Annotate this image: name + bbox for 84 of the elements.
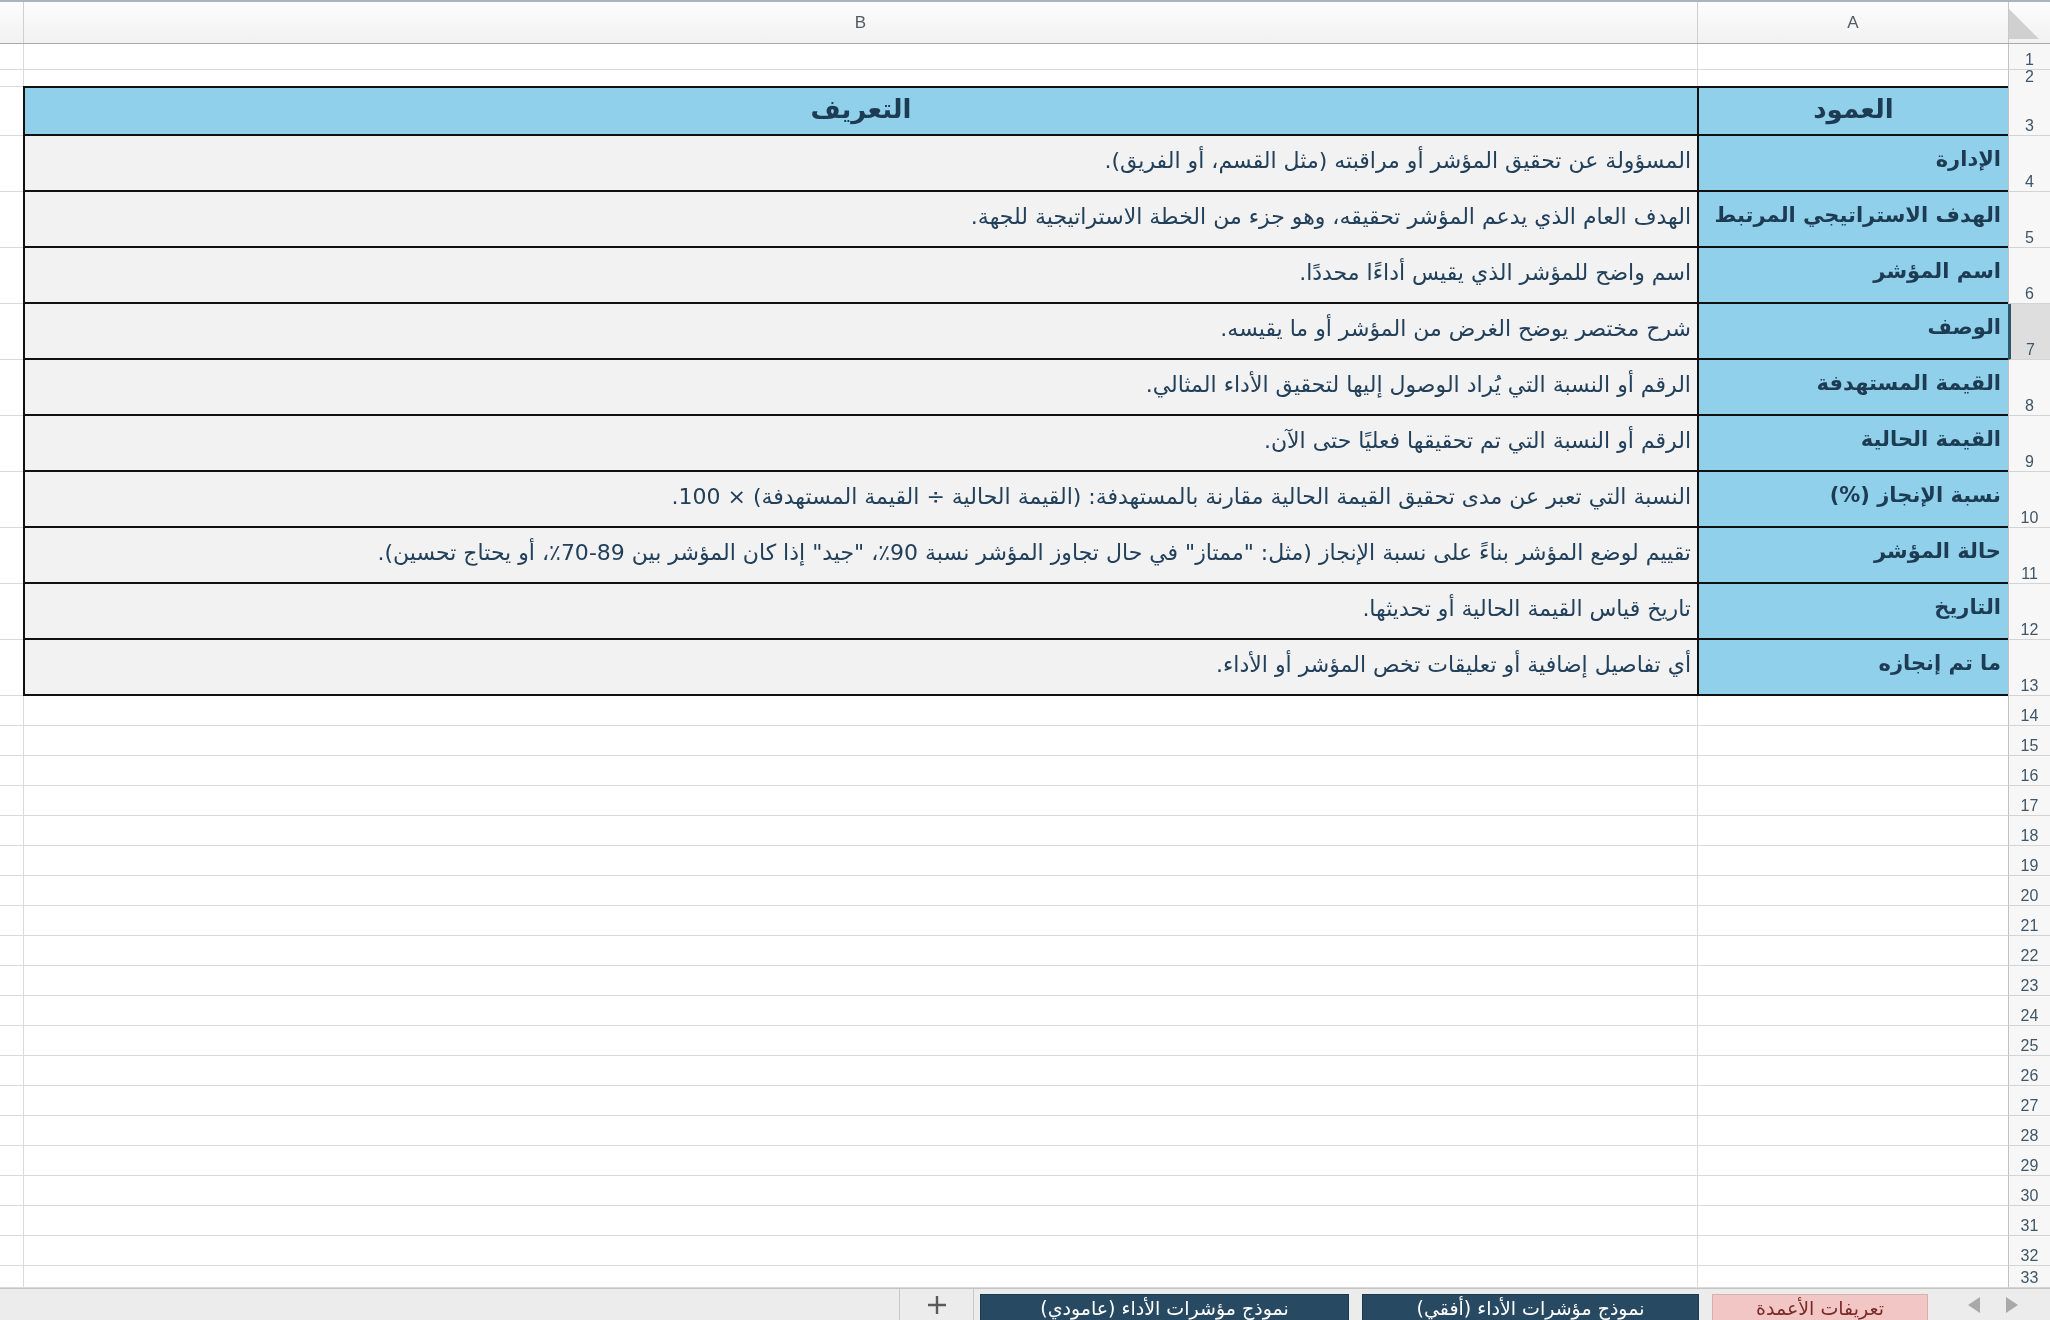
row-number[interactable]: 10	[2008, 472, 2050, 528]
definition-cell: المسؤولة عن تحقيق المؤشر أو مراقبته (مثل القسم، أو الفريق).	[23, 136, 1697, 192]
row-number[interactable]: 30	[2008, 1176, 2050, 1206]
empty-cell[interactable]	[23, 696, 1697, 726]
row-number[interactable]: 24	[2008, 996, 2050, 1026]
row-number[interactable]: 9	[2008, 416, 2050, 472]
empty-cell[interactable]	[23, 44, 1697, 70]
empty-cell[interactable]	[23, 726, 1697, 756]
empty-cell[interactable]	[23, 996, 1697, 1026]
row-number[interactable]: 19	[2008, 846, 2050, 876]
definition-cell: النسبة التي تعبر عن مدى تحقيق القيمة الحالية مقارنة بالمستهدفة: (القيمة الحالية ÷ القيمة المستهدفة) × 100.	[23, 472, 1697, 528]
empty-cell[interactable]	[23, 1026, 1697, 1056]
definition-cell: الرقم أو النسبة التي تم تحقيقها فعليًا حتى الآن.	[23, 416, 1697, 472]
row-number[interactable]: 7	[2008, 304, 2050, 360]
empty-cell[interactable]	[23, 756, 1697, 786]
row-number[interactable]: 8	[2008, 360, 2050, 416]
row-number[interactable]: 12	[2008, 584, 2050, 640]
definition-cell: شرح مختصر يوضح الغرض من المؤشر أو ما يقيسه.	[23, 304, 1697, 360]
empty-cell[interactable]	[23, 1086, 1697, 1116]
row-number[interactable]: 6	[2008, 248, 2050, 304]
row-number[interactable]: 17	[2008, 786, 2050, 816]
row-number[interactable]: 16	[2008, 756, 2050, 786]
row-number[interactable]: 21	[2008, 906, 2050, 936]
field-name-cell: حالة المؤشر	[1697, 528, 2008, 584]
row-number[interactable]: 26	[2008, 1056, 2050, 1086]
row-number[interactable]: 5	[2008, 192, 2050, 248]
row-number[interactable]: 32	[2008, 1236, 2050, 1266]
field-name-cell: الوصف	[1697, 304, 2008, 360]
row-number[interactable]: 4	[2008, 136, 2050, 192]
definition-cell: أي تفاصيل إضافية أو تعليقات تخص المؤشر أو الأداء.	[23, 640, 1697, 696]
field-name-cell: التاريخ	[1697, 584, 2008, 640]
field-name-cell: الهدف الاستراتيجي المرتبط	[1697, 192, 2008, 248]
empty-cell[interactable]	[23, 1116, 1697, 1146]
row-number[interactable]: 25	[2008, 1026, 2050, 1056]
plus-icon	[927, 1295, 946, 1314]
row-number[interactable]: 27	[2008, 1086, 2050, 1116]
row-number[interactable]: 28	[2008, 1116, 2050, 1146]
sheet-tab[interactable]: تعريفات الأعمدة	[1712, 1294, 1928, 1320]
field-name-cell: اسم المؤشر	[1697, 248, 2008, 304]
field-name-cell: نسبة الإنجاز (%)	[1697, 472, 2008, 528]
row-number[interactable]: 3	[2008, 86, 2050, 136]
field-name-cell: القيمة المستهدفة	[1697, 360, 2008, 416]
empty-cell[interactable]	[23, 1236, 1697, 1266]
definition-cell: تقييم لوضع المؤشر بناءً على نسبة الإنجاز (مثل: "ممتاز" في حال تجاوز المؤشر نسبة 90٪، "جيد" إذا كان المؤشر بين 89-70٪، أو يحتاج تحسين).	[23, 528, 1697, 584]
empty-cell[interactable]	[23, 936, 1697, 966]
row-number[interactable]: 31	[2008, 1206, 2050, 1236]
row-number[interactable]: 1	[2008, 44, 2050, 70]
definition-cell: الرقم أو النسبة التي يُراد الوصول إليها لتحقيق الأداء المثالي.	[23, 360, 1697, 416]
sheet-tab[interactable]: نموذج مؤشرات الأداء (عامودي)	[980, 1294, 1349, 1320]
column-header: التعريف	[23, 86, 1697, 136]
row-number[interactable]: 29	[2008, 1146, 2050, 1176]
empty-cell[interactable]	[23, 1206, 1697, 1236]
sheet-tab[interactable]: نموذج مؤشرات الأداء (أفقي)	[1362, 1294, 1699, 1320]
add-sheet-button[interactable]	[899, 1289, 974, 1320]
empty-cell[interactable]	[23, 906, 1697, 936]
empty-cell[interactable]	[23, 876, 1697, 906]
row-number[interactable]: 14	[2008, 696, 2050, 726]
row-number[interactable]: 23	[2008, 966, 2050, 996]
row-number[interactable]: 33	[2008, 1266, 2050, 1288]
column-letter[interactable]: B	[23, 2, 1697, 43]
left-triangle-icon[interactable]	[1967, 1296, 1980, 1313]
field-name-cell: الإدارة	[1697, 136, 2008, 192]
select-all-icon[interactable]	[2009, 9, 2039, 39]
definition-cell: تاريخ قياس القيمة الحالية أو تحديثها.	[23, 584, 1697, 640]
field-name-cell: ما تم إنجازه	[1697, 640, 2008, 696]
column-letter[interactable]: A	[1697, 2, 2008, 43]
definition-cell: اسم واضح للمؤشر الذي يقيس أداءًا محددًا.	[23, 248, 1697, 304]
empty-cell[interactable]	[23, 966, 1697, 996]
empty-cell[interactable]	[23, 846, 1697, 876]
row-number[interactable]: 11	[2008, 528, 2050, 584]
row-number[interactable]: 20	[2008, 876, 2050, 906]
row-number[interactable]: 15	[2008, 726, 2050, 756]
right-triangle-icon[interactable]	[2005, 1296, 2018, 1313]
column-header: العمود	[1697, 86, 2008, 136]
empty-cell[interactable]	[23, 1176, 1697, 1206]
field-name-cell: القيمة الحالية	[1697, 416, 2008, 472]
empty-cell[interactable]	[23, 786, 1697, 816]
empty-cell[interactable]	[23, 1146, 1697, 1176]
empty-cell[interactable]	[23, 1056, 1697, 1086]
row-number[interactable]: 18	[2008, 816, 2050, 846]
definition-cell: الهدف العام الذي يدعم المؤشر تحقيقه، وهو جزء من الخطة الاستراتيجية للجهة.	[23, 192, 1697, 248]
row-number[interactable]: 13	[2008, 640, 2050, 696]
empty-cell[interactable]	[23, 816, 1697, 846]
row-number[interactable]: 22	[2008, 936, 2050, 966]
